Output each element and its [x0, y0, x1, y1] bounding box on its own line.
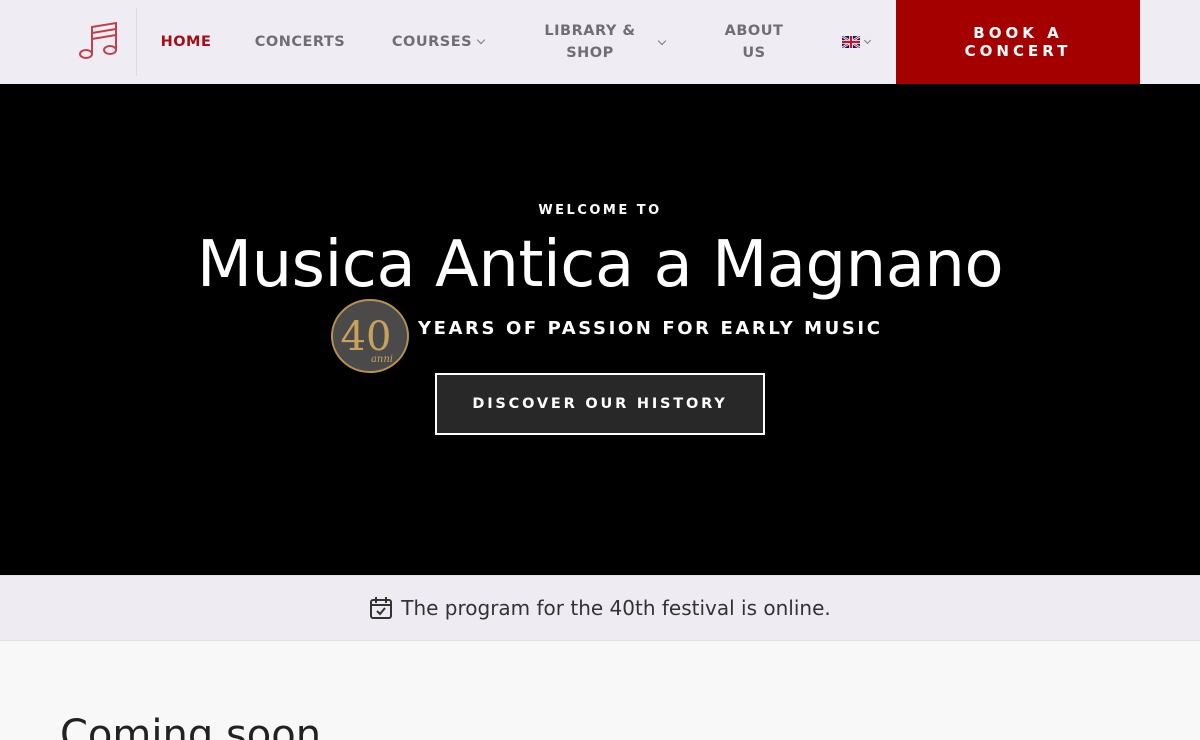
nav-home-label: HOME: [160, 34, 212, 50]
anniversary-badge: 40 anni: [330, 298, 410, 374]
nav-library-label-line2: SHOP: [566, 45, 614, 61]
hero-title: Musica Antica a Magnano: [196, 228, 1004, 302]
hero-welcome: WELCOME TO: [538, 203, 662, 218]
uk-flag-icon: [842, 36, 860, 48]
nav-about-us[interactable]: ABOUT US: [714, 0, 794, 84]
book-button-line1: BOOK A: [973, 24, 1063, 42]
badge-word: anni: [371, 354, 393, 365]
chevron-down-icon: [863, 36, 872, 44]
section-heading: Coming soon: [60, 712, 322, 740]
announcement-text: The program for the 40th festival is onl…: [401, 596, 831, 620]
logo-divider: [136, 8, 137, 76]
nav-library-label-line1: LIBRARY &: [544, 23, 636, 39]
chevron-down-icon[interactable]: [657, 36, 667, 46]
book-concert-button[interactable]: BOOK A CONCERT: [896, 0, 1140, 84]
nav-courses[interactable]: COURSES: [383, 0, 493, 84]
language-switcher[interactable]: [842, 34, 872, 50]
discover-history-button[interactable]: DISCOVER OUR HISTORY: [435, 373, 765, 435]
nav-about-label-line2: US: [742, 45, 766, 61]
nav-library-shop[interactable]: LIBRARY & SHOP: [530, 0, 650, 84]
hero-banner: WELCOME TO Musica Antica a Magnano 40 an…: [0, 84, 1200, 575]
nav-home[interactable]: HOME: [150, 0, 222, 84]
calendar-check-icon: [370, 597, 393, 619]
announcement-bar: The program for the 40th festival is onl…: [0, 575, 1200, 641]
site-header: HOME CONCERTS COURSES LIBRARY & SHOP ABO…: [0, 0, 1200, 84]
book-button-line2: CONCERT: [964, 42, 1072, 60]
site-logo[interactable]: [74, 18, 124, 64]
discover-history-label: DISCOVER OUR HISTORY: [472, 396, 728, 412]
nav-about-label-line1: ABOUT: [724, 23, 784, 39]
nav-courses-label: COURSES: [391, 34, 473, 50]
music-notes-icon: [79, 21, 117, 59]
nav-concerts-label: CONCERTS: [254, 34, 346, 50]
nav-concerts[interactable]: CONCERTS: [250, 0, 350, 84]
hero-tagline: YEARS OF PASSION FOR EARLY MUSIC: [418, 318, 883, 339]
chevron-down-icon: [476, 35, 486, 45]
